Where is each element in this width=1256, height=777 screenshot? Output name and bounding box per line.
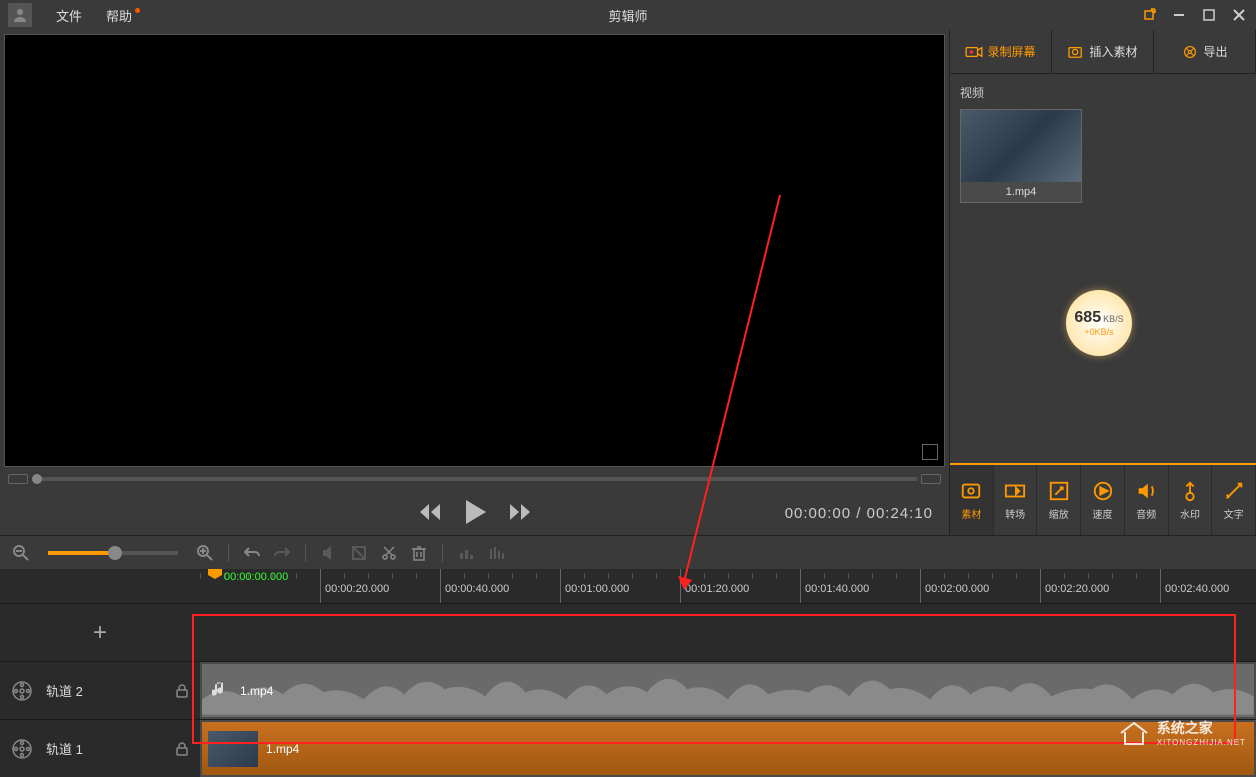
effect-text[interactable]: 文字	[1212, 465, 1256, 535]
media-thumb-label: 1.mp4	[961, 182, 1081, 202]
delete-button[interactable]	[408, 542, 430, 564]
timeline: 00:00:00.000 00:00:20.000 00:00:40.000 00:…	[0, 569, 1256, 777]
media-section-label: 视频	[960, 84, 1246, 101]
undo-button[interactable]	[241, 542, 263, 564]
speed-badge: 685KB/S +0KB/s	[1066, 290, 1132, 356]
titlebar: 文件 帮助 剪辑师	[0, 0, 1256, 30]
next-marker-button[interactable]	[921, 474, 941, 484]
media-thumbnail[interactable]: 1.mp4	[960, 109, 1082, 203]
clip-thumbnail	[208, 731, 258, 767]
effect-scale[interactable]: 缩放	[1037, 465, 1081, 535]
prev-marker-button[interactable]	[8, 474, 28, 484]
ruler-tick: 00:01:40.000	[800, 569, 869, 603]
crop-button[interactable]	[348, 542, 370, 564]
ruler-tick: 00:00:20.000	[320, 569, 389, 603]
tab-record[interactable]: 录制屏幕	[950, 30, 1052, 73]
zoom-in-button[interactable]	[194, 542, 216, 564]
track-2-header[interactable]: 轨道 2	[0, 662, 200, 719]
menu-file[interactable]: 文件	[44, 6, 94, 25]
track-2-label: 轨道 2	[46, 681, 162, 700]
ruler-tick: 00:02:40.000	[1160, 569, 1229, 603]
align-button[interactable]	[455, 542, 477, 564]
film-icon	[10, 679, 34, 703]
playhead[interactable]: 00:00:00.000	[208, 569, 222, 579]
effect-audio[interactable]: 音频	[1125, 465, 1169, 535]
tab-insert[interactable]: 插入素材	[1052, 30, 1154, 73]
mute-button[interactable]	[318, 542, 340, 564]
levels-button[interactable]	[485, 542, 507, 564]
preview-pane: 00:00:00 / 00:24:10	[0, 30, 949, 535]
effect-speed[interactable]: 速度	[1081, 465, 1125, 535]
maximize-icon[interactable]	[1200, 6, 1218, 24]
timeline-toolbar	[0, 535, 1256, 569]
forward-button[interactable]	[508, 502, 532, 525]
rewind-button[interactable]	[418, 502, 442, 525]
zoom-slider[interactable]	[48, 551, 178, 555]
ruler-tick: 00:02:00.000	[920, 569, 989, 603]
ruler-tick: 00:01:20.000	[680, 569, 749, 603]
side-panel: 录制屏幕 插入素材 导出 视频 1.mp4 素材 转场 缩放 速度 音频 水印 …	[949, 30, 1256, 535]
minimize-icon[interactable]	[1170, 6, 1188, 24]
audio-clip[interactable]: 1.mp4	[202, 664, 1254, 717]
zoom-out-button[interactable]	[10, 542, 32, 564]
track-1-header[interactable]: 轨道 1	[0, 720, 200, 777]
ruler-tick: 00:02:20.000	[1040, 569, 1109, 603]
music-note-icon	[212, 681, 226, 700]
audio-clip-label: 1.mp4	[240, 684, 273, 698]
add-track-button[interactable]: +	[0, 604, 200, 661]
video-clip-label: 1.mp4	[266, 742, 299, 756]
menu-help[interactable]: 帮助	[94, 6, 144, 25]
time-display: 00:00:00 / 00:24:10	[785, 505, 933, 522]
restore-icon[interactable]	[1140, 6, 1158, 24]
app-title: 剪辑师	[608, 6, 647, 25]
progress-bar[interactable]	[32, 477, 917, 481]
effect-transition[interactable]: 转场	[994, 465, 1038, 535]
video-clip[interactable]: 1.mp4	[202, 722, 1254, 775]
play-button[interactable]	[462, 498, 488, 529]
track-1-body[interactable]: 1.mp4	[200, 720, 1256, 777]
ruler-tick: 00:00:40.000	[440, 569, 509, 603]
lock-icon[interactable]	[174, 741, 190, 757]
redo-button[interactable]	[271, 542, 293, 564]
track-1-label: 轨道 1	[46, 739, 162, 758]
track-2-body[interactable]: 1.mp4	[200, 662, 1256, 719]
video-preview[interactable]	[4, 34, 945, 467]
notification-dot	[135, 8, 140, 13]
cut-button[interactable]	[378, 542, 400, 564]
lock-icon[interactable]	[174, 683, 190, 699]
user-avatar[interactable]	[8, 3, 32, 27]
close-icon[interactable]	[1230, 6, 1248, 24]
time-ruler[interactable]: 00:00:00.000 00:00:20.000 00:00:40.000 00:…	[0, 569, 1256, 603]
ruler-tick: 00:01:00.000	[560, 569, 629, 603]
effect-material[interactable]: 素材	[950, 465, 994, 535]
tab-export[interactable]: 导出	[1154, 30, 1256, 73]
watermark: 系统之家XITONGZHIJIA.NET	[1117, 718, 1246, 747]
effect-watermark[interactable]: 水印	[1169, 465, 1213, 535]
resize-icon[interactable]	[922, 444, 938, 460]
